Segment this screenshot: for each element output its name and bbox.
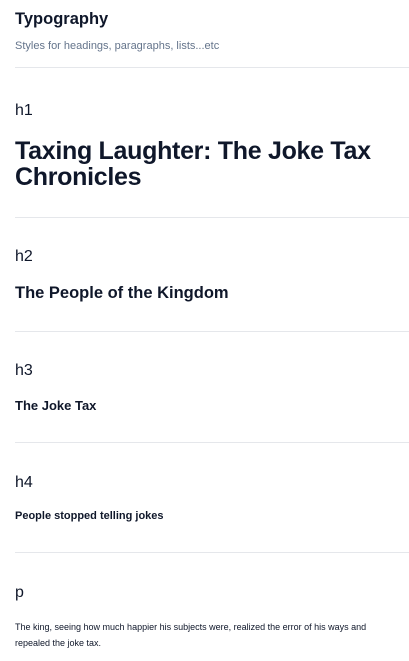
section-label-h1: h1 (15, 102, 33, 119)
section-divider (15, 552, 409, 553)
page-subtitle: Styles for headings, paragraphs, lists..… (15, 40, 220, 52)
sample-h4: People stopped telling jokes (15, 510, 164, 522)
sample-paragraph: The king, seeing how much happier his su… (15, 622, 367, 648)
section-label-h2: h2 (15, 248, 33, 265)
section-divider (15, 331, 409, 332)
sample-h2: The People of the Kingdom (15, 284, 229, 302)
sample-h3: The Joke Tax (15, 398, 97, 413)
section-divider (15, 67, 409, 68)
page-header: Typography Styles for headings, paragrap… (15, 9, 409, 53)
section-label-h3: h3 (15, 362, 33, 379)
section-divider (15, 217, 409, 218)
page-title: Typography (15, 10, 109, 28)
section-label-h4: h4 (15, 474, 33, 491)
section-divider (15, 442, 409, 443)
typography-page: Typography Styles for headings, paragrap… (0, 0, 409, 661)
sample-h1: Taxing Laughter: The Joke Tax Chronicles (15, 137, 371, 191)
section-label-p: p (15, 584, 24, 601)
